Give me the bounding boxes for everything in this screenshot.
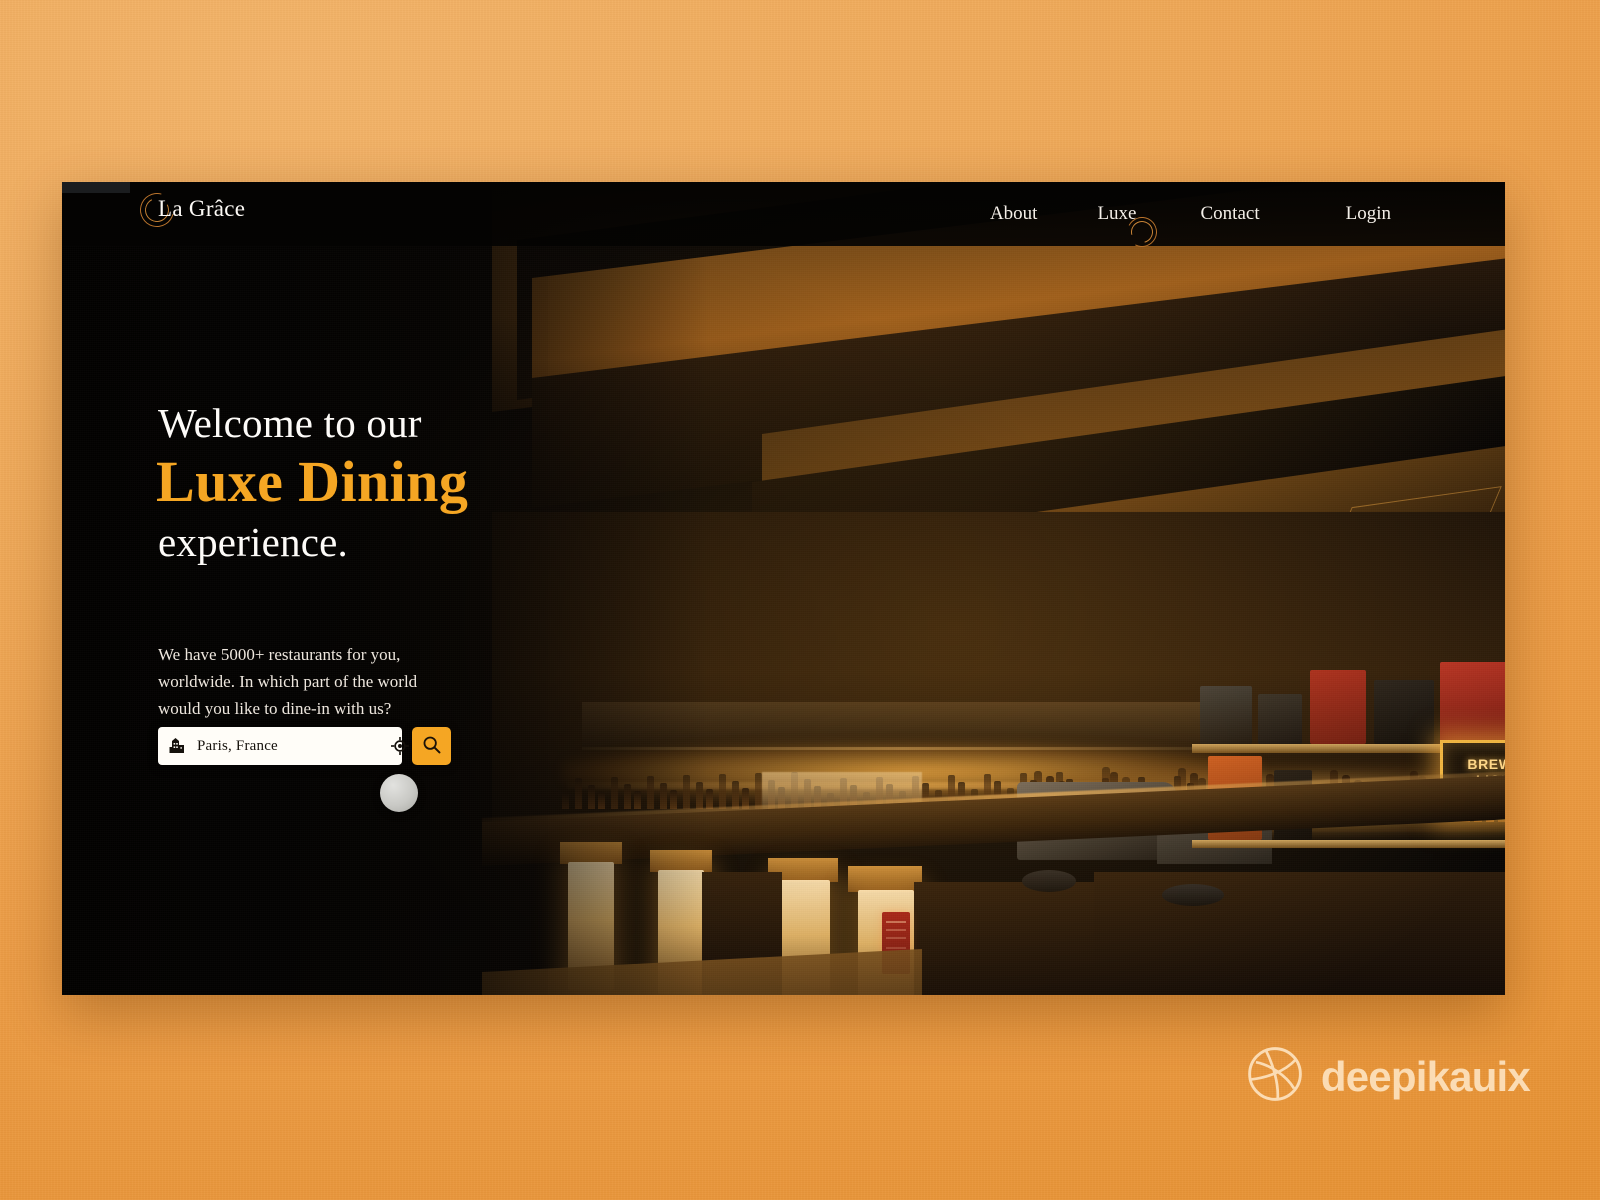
search-input[interactable] (197, 737, 381, 755)
merch-box-4 (1374, 680, 1434, 744)
watermark: deepikauix (1246, 1045, 1531, 1108)
bar-front-panel-2 (914, 882, 1094, 995)
column-cap-4 (848, 866, 922, 892)
location-search-row (158, 727, 451, 765)
merch-box-1 (1200, 686, 1252, 744)
search-submit-button[interactable] (412, 727, 451, 765)
search-input-wrapper[interactable] (158, 727, 409, 765)
bar-front-panel-3 (1094, 872, 1505, 995)
headline-accent: Luxe Dining (156, 449, 469, 515)
merch-box-2 (1258, 694, 1302, 744)
brand-name: La Grâce (158, 196, 246, 221)
watermark-text: deepikauix (1320, 1052, 1531, 1100)
browser-frame: BREWERY LIQUOR STORE (62, 182, 1505, 995)
headline-line-3: experience. (158, 518, 348, 565)
bar-stool-1 (1022, 870, 1076, 892)
headline-line-1: Welcome to our (158, 400, 422, 446)
hero-subtext: We have 5000+ restaurants for you, world… (158, 644, 418, 718)
city-buildings-icon (169, 738, 187, 754)
browser-tab-stub (62, 182, 130, 193)
locate-crosshair-icon[interactable] (391, 737, 409, 755)
nav-item-about[interactable]: About (960, 203, 1068, 225)
merch-box-5 (1440, 662, 1505, 744)
cursor-indicator (380, 774, 418, 812)
dribbble-ball-icon (1246, 1045, 1304, 1108)
bar-stool-2 (1162, 884, 1224, 906)
nav-item-luxe[interactable]: Luxe (1067, 203, 1170, 251)
merch-box-3 (1310, 670, 1366, 744)
hero-content: Welcome to our Luxe Dining experience. W… (156, 398, 588, 723)
sign-line-1: BREWERY (1467, 755, 1505, 772)
merch-shelf-board-2 (1192, 840, 1505, 848)
nav-item-contact[interactable]: Contact (1171, 203, 1290, 225)
nav-item-login[interactable]: Login (1316, 203, 1421, 225)
brand-logo[interactable]: La Grâce (133, 186, 246, 234)
search-icon (422, 735, 441, 757)
main-navigation: About Luxe Contact Login (960, 182, 1421, 251)
site-header: La Grâce About Luxe Contact Login (62, 182, 1505, 251)
